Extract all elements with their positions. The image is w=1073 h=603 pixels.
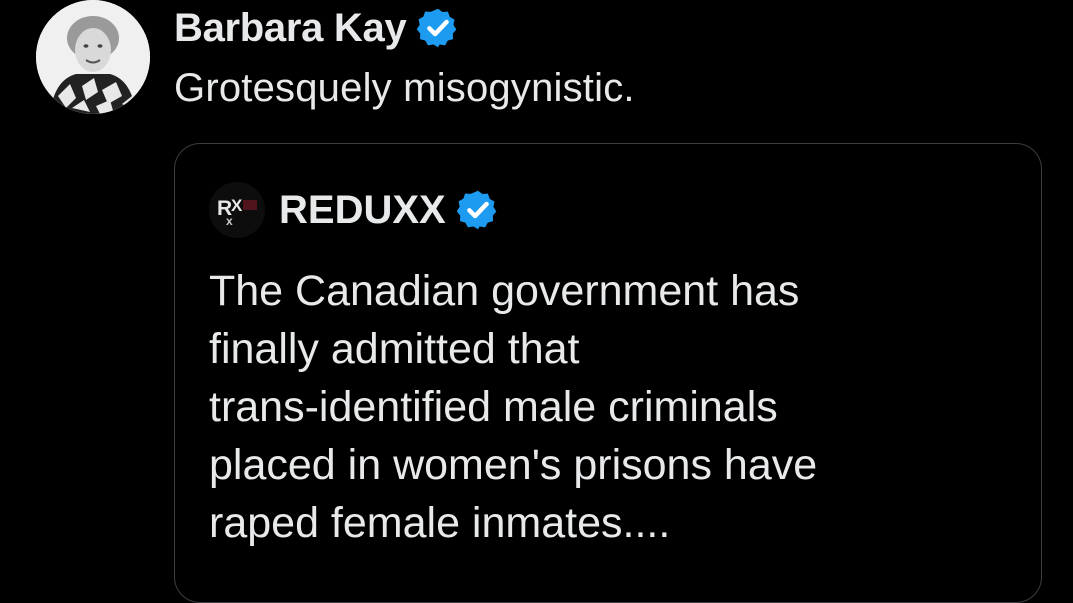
redacted-handle: [555, 186, 950, 238]
quoted-tweet-card[interactable]: R X x REDUXX The Canadian government has…: [174, 143, 1042, 603]
tweet-text: Grotesquely misogynistic.: [174, 66, 635, 110]
tweet-header: Barbara Kay: [174, 0, 460, 56]
quoted-tweet-header: R X x REDUXX: [209, 182, 500, 238]
redacted-handle: [515, 6, 1045, 48]
quoted-author-name[interactable]: REDUXX: [279, 188, 446, 233]
quoted-text-line: trans-identified male criminals: [209, 383, 778, 431]
quoted-text-line: The Canadian government has: [209, 267, 800, 315]
author-avatar[interactable]: [36, 0, 150, 114]
svg-text:x: x: [226, 214, 233, 228]
verified-badge-icon: [456, 188, 500, 232]
quoted-text-line: placed in women's prisons have: [209, 441, 818, 489]
svg-text:X: X: [231, 196, 243, 215]
quoted-text-line: finally admitted that: [209, 325, 580, 373]
quoted-text-line: raped female inmates....: [209, 499, 671, 547]
verified-badge-icon: [416, 6, 460, 50]
tweet[interactable]: Barbara Kay Grotesquely misogynistic. R …: [0, 0, 1073, 603]
reduxx-logo-avatar[interactable]: R X x: [209, 182, 265, 238]
author-name[interactable]: Barbara Kay: [174, 6, 407, 51]
quoted-tweet-text: The Canadian government has finally admi…: [209, 262, 817, 552]
